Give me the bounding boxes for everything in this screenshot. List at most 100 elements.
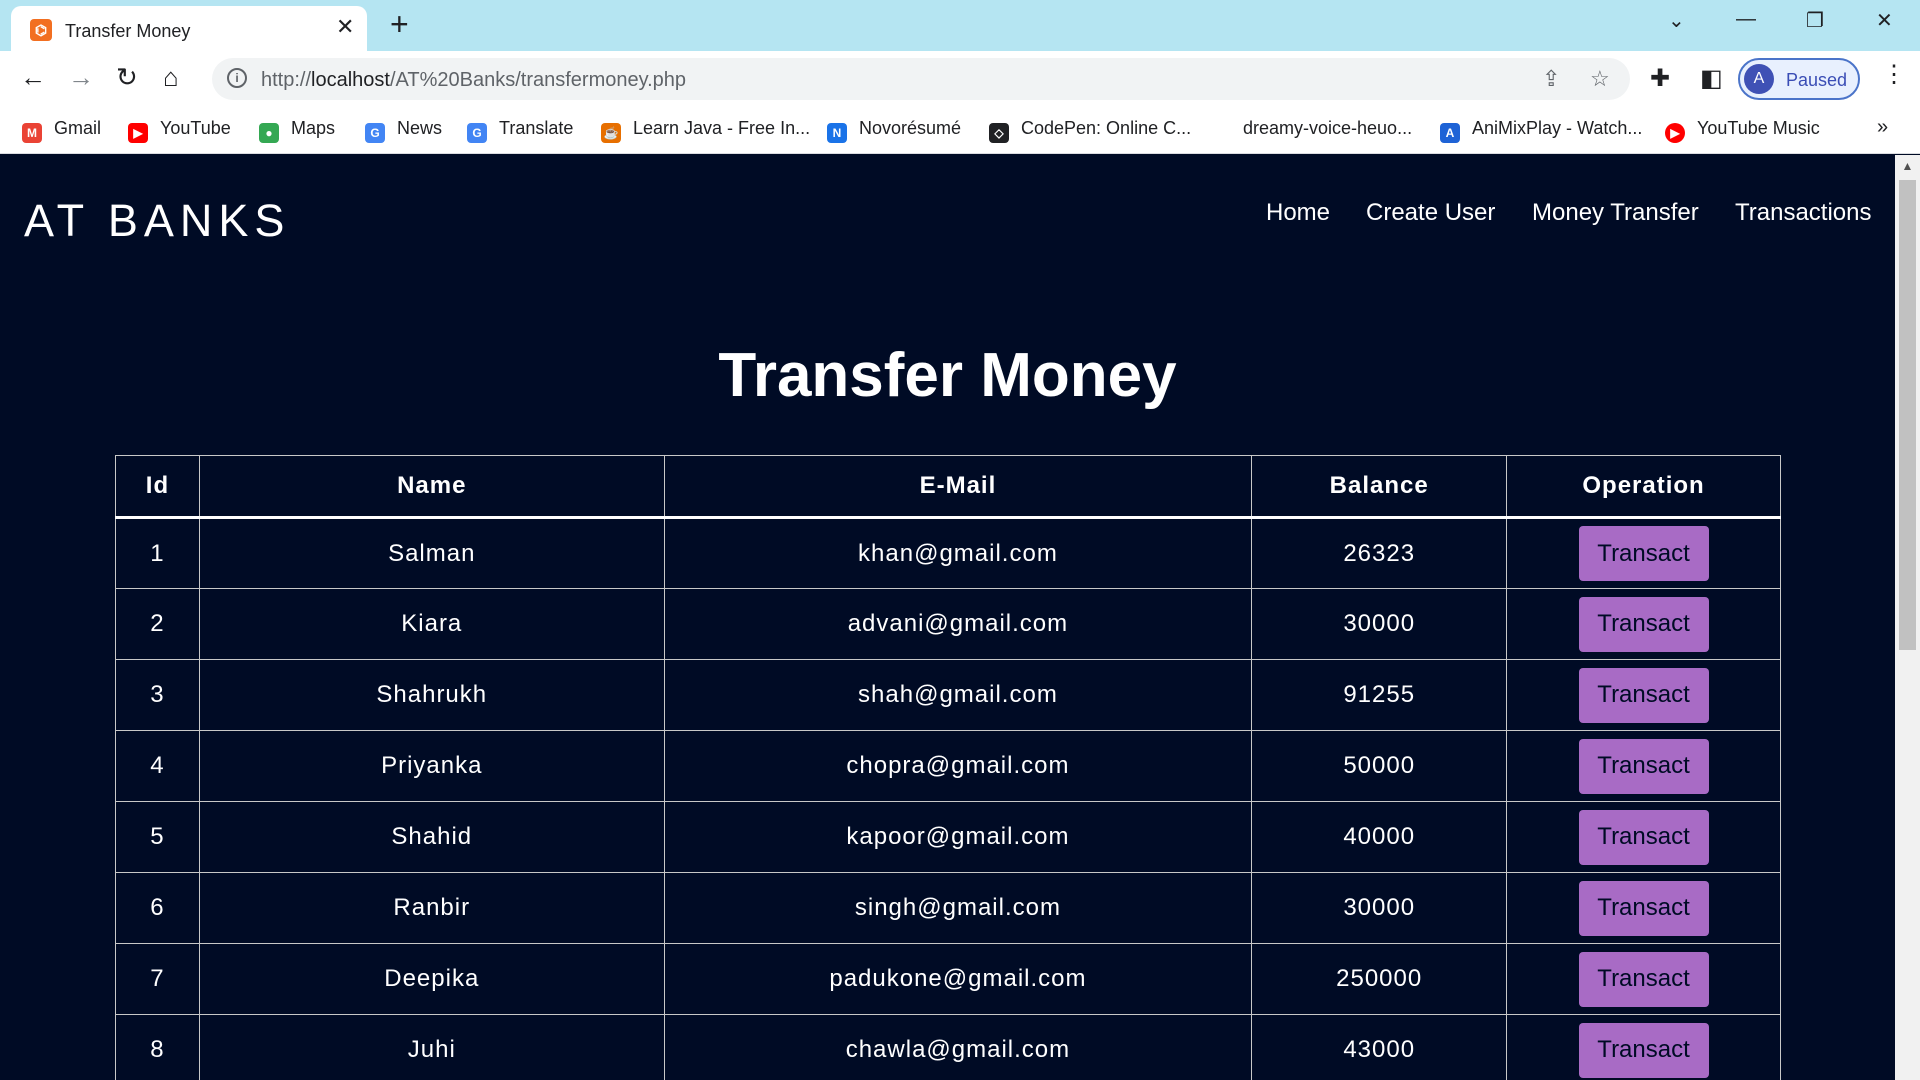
cell-balance: 40000 — [1251, 801, 1508, 873]
tab-title: Transfer Money — [65, 21, 191, 41]
browser-tab[interactable]: ⌬ Transfer Money ✕ — [11, 6, 367, 51]
cell-name: Shahid — [198, 801, 665, 873]
bookmark-gmail[interactable]: M Gmail — [22, 118, 101, 143]
share-icon[interactable]: ⇪ — [1542, 66, 1560, 92]
avatar: A — [1744, 64, 1774, 94]
table-row: 6 Ranbir singh@gmail.com 30000 Transact — [115, 872, 1781, 944]
close-tab-icon[interactable]: ✕ — [336, 14, 354, 40]
column-header-id: Id — [115, 455, 200, 519]
transact-button[interactable]: Transact — [1578, 526, 1709, 581]
cell-name: Salman — [198, 517, 665, 589]
column-header-name: Name — [198, 455, 665, 519]
bookmark-learn-java[interactable]: ☕ Learn Java - Free In... — [601, 118, 810, 143]
home-icon[interactable]: ⌂ — [163, 62, 179, 92]
gmail-icon: M — [22, 123, 42, 143]
forward-icon[interactable]: → — [68, 62, 94, 92]
cell-id: 7 — [115, 943, 200, 1015]
address-bar[interactable]: i http://localhost/AT%20Banks/transfermo… — [212, 58, 1630, 100]
xampp-favicon-icon: ⌬ — [30, 19, 52, 41]
table-row: 2 Kiara advani@gmail.com 30000 Transact — [115, 588, 1781, 660]
cell-id: 4 — [115, 730, 200, 802]
cell-id: 3 — [115, 659, 200, 731]
cell-id: 2 — [115, 588, 200, 660]
column-header-email: E-Mail — [663, 455, 1253, 519]
bookmark-codepen[interactable]: ◇ CodePen: Online C... — [989, 118, 1191, 143]
transact-button[interactable]: Transact — [1578, 809, 1709, 865]
browser-tab-strip: ⌬ Transfer Money ✕ + ⌄ — ❐ ✕ — [0, 0, 1920, 51]
url-text[interactable]: http://localhost/AT%20Banks/transfermone… — [261, 69, 686, 92]
nav-transactions[interactable]: Transactions — [1735, 199, 1872, 227]
restore-button[interactable]: ❐ — [1806, 8, 1824, 33]
cell-operation: Transact — [1506, 801, 1781, 873]
translate-icon: G — [467, 123, 487, 143]
bookmark-maps[interactable]: ● Maps — [259, 118, 335, 143]
table-row: 8 Juhi chawla@gmail.com 43000 Transact — [115, 1014, 1781, 1080]
column-header-operation: Operation — [1506, 455, 1781, 519]
nav-money-transfer[interactable]: Money Transfer — [1532, 199, 1699, 227]
column-header-balance: Balance — [1251, 455, 1508, 519]
table-header-row: Id Name E-Mail Balance Operation — [115, 455, 1781, 519]
cell-email: chopra@gmail.com — [663, 730, 1253, 802]
tab-search-icon[interactable]: ⌄ — [1668, 8, 1685, 33]
close-window-button[interactable]: ✕ — [1876, 8, 1893, 33]
bookmark-star-icon[interactable]: ☆ — [1590, 66, 1610, 92]
cell-operation: Transact — [1506, 1014, 1781, 1080]
cell-balance: 91255 — [1251, 659, 1508, 731]
novoresume-icon: N — [827, 123, 847, 143]
browser-toolbar: ← → ↻ ⌂ i http://localhost/AT%20Banks/tr… — [0, 51, 1920, 106]
codepen-icon: ◇ — [989, 123, 1009, 143]
bookmark-novoresume[interactable]: N Novorésumé — [827, 118, 961, 143]
page-title: Transfer Money — [718, 341, 1177, 410]
scroll-up-arrow-icon[interactable]: ▲ — [1895, 159, 1920, 173]
nav-home[interactable]: Home — [1266, 199, 1330, 227]
table-row: 5 Shahid kapoor@gmail.com 40000 Transact — [115, 801, 1781, 873]
scrollbar-thumb[interactable] — [1899, 180, 1916, 650]
site-brand: AT BANKS — [24, 195, 291, 246]
table-row: 1 Salman khan@gmail.com 26323 Transact — [115, 517, 1781, 589]
transact-button[interactable]: Transact — [1578, 738, 1709, 794]
cell-name: Kiara — [198, 588, 665, 660]
site-info-icon[interactable]: i — [227, 68, 247, 88]
transact-button[interactable]: Transact — [1578, 951, 1709, 1007]
browser-menu-icon[interactable]: ⋮ — [1882, 60, 1906, 89]
bookmark-youtube[interactable]: ▶ YouTube — [128, 118, 231, 143]
transact-button[interactable]: Transact — [1578, 880, 1709, 936]
cell-balance: 26323 — [1251, 517, 1508, 589]
table-row: 4 Priyanka chopra@gmail.com 50000 Transa… — [115, 730, 1781, 802]
cell-name: Deepika — [198, 943, 665, 1015]
profile-button[interactable]: A Paused — [1738, 58, 1860, 100]
bookmark-dreamy-voice[interactable]: dreamy-voice-heuo... — [1243, 118, 1412, 139]
cell-name: Priyanka — [198, 730, 665, 802]
bookmark-animixplay[interactable]: A AniMixPlay - Watch... — [1440, 118, 1642, 143]
extensions-puzzle-icon[interactable]: ✚ — [1650, 64, 1670, 93]
bookmark-youtube-music[interactable]: ▶ YouTube Music — [1665, 118, 1820, 143]
maps-icon: ● — [259, 123, 279, 143]
transact-button[interactable]: Transact — [1578, 667, 1709, 723]
bookmark-translate[interactable]: G Translate — [467, 118, 573, 143]
table-row: 7 Deepika padukone@gmail.com 250000 Tran… — [115, 943, 1781, 1015]
java-icon: ☕ — [601, 123, 621, 143]
cell-operation: Transact — [1506, 872, 1781, 944]
cell-balance: 50000 — [1251, 730, 1508, 802]
nav-create-user[interactable]: Create User — [1366, 199, 1495, 227]
reload-icon[interactable]: ↻ — [116, 62, 138, 92]
minimize-button[interactable]: — — [1736, 8, 1756, 31]
new-tab-button[interactable]: + — [390, 6, 409, 42]
more-bookmarks-icon[interactable]: » — [1877, 116, 1888, 139]
animixplay-icon: A — [1440, 123, 1460, 143]
bookmark-news[interactable]: G News — [365, 118, 442, 143]
cell-id: 1 — [115, 517, 200, 589]
page-scrollbar[interactable]: ▲ — [1895, 155, 1920, 1080]
transact-button[interactable]: Transact — [1578, 1022, 1709, 1078]
bookmarks-bar: M Gmail ▶ YouTube ● Maps G News G Translate ☕… — [0, 106, 1920, 154]
cell-email: khan@gmail.com — [663, 517, 1253, 589]
youtube-icon: ▶ — [128, 123, 148, 143]
cell-name: Shahrukh — [198, 659, 665, 731]
back-icon[interactable]: ← — [20, 62, 46, 92]
cell-id: 6 — [115, 872, 200, 944]
cell-operation: Transact — [1506, 517, 1781, 589]
cell-balance: 30000 — [1251, 872, 1508, 944]
side-panel-icon[interactable]: ◧ — [1700, 64, 1723, 93]
profile-status: Paused — [1786, 70, 1848, 90]
transact-button[interactable]: Transact — [1578, 596, 1709, 652]
